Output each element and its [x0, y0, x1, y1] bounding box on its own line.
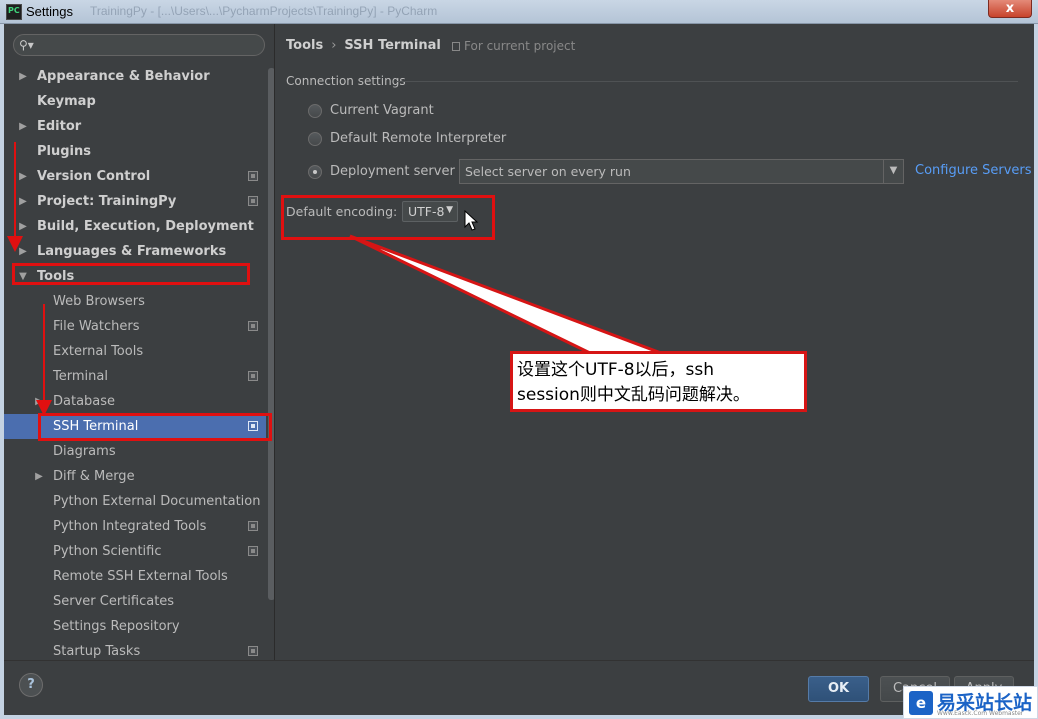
watermark-logo: e 易采站长站 Www.Easck.Com Webmaster: [903, 686, 1038, 719]
watermark-icon: e: [909, 691, 933, 715]
annotation-box-ssh-terminal: [38, 413, 272, 441]
ok-button[interactable]: OK: [808, 676, 869, 702]
callout-line-1: 设置这个UTF-8以后，ssh: [517, 360, 715, 380]
callout-line-2: session则中文乱码问题解决。: [517, 385, 750, 405]
annotation-box-tools: [12, 263, 250, 285]
annotation-box-encoding: [281, 195, 495, 240]
callout-pointer: [349, 234, 662, 355]
dialog-footer: ? OK Cancel Apply: [4, 660, 1034, 715]
watermark-subtext: Www.Easck.Com Webmaster: [937, 710, 1024, 717]
annotation-callout: 设置这个UTF-8以后，ssh session则中文乱码问题解决。: [510, 351, 807, 412]
help-button[interactable]: ?: [19, 673, 43, 697]
